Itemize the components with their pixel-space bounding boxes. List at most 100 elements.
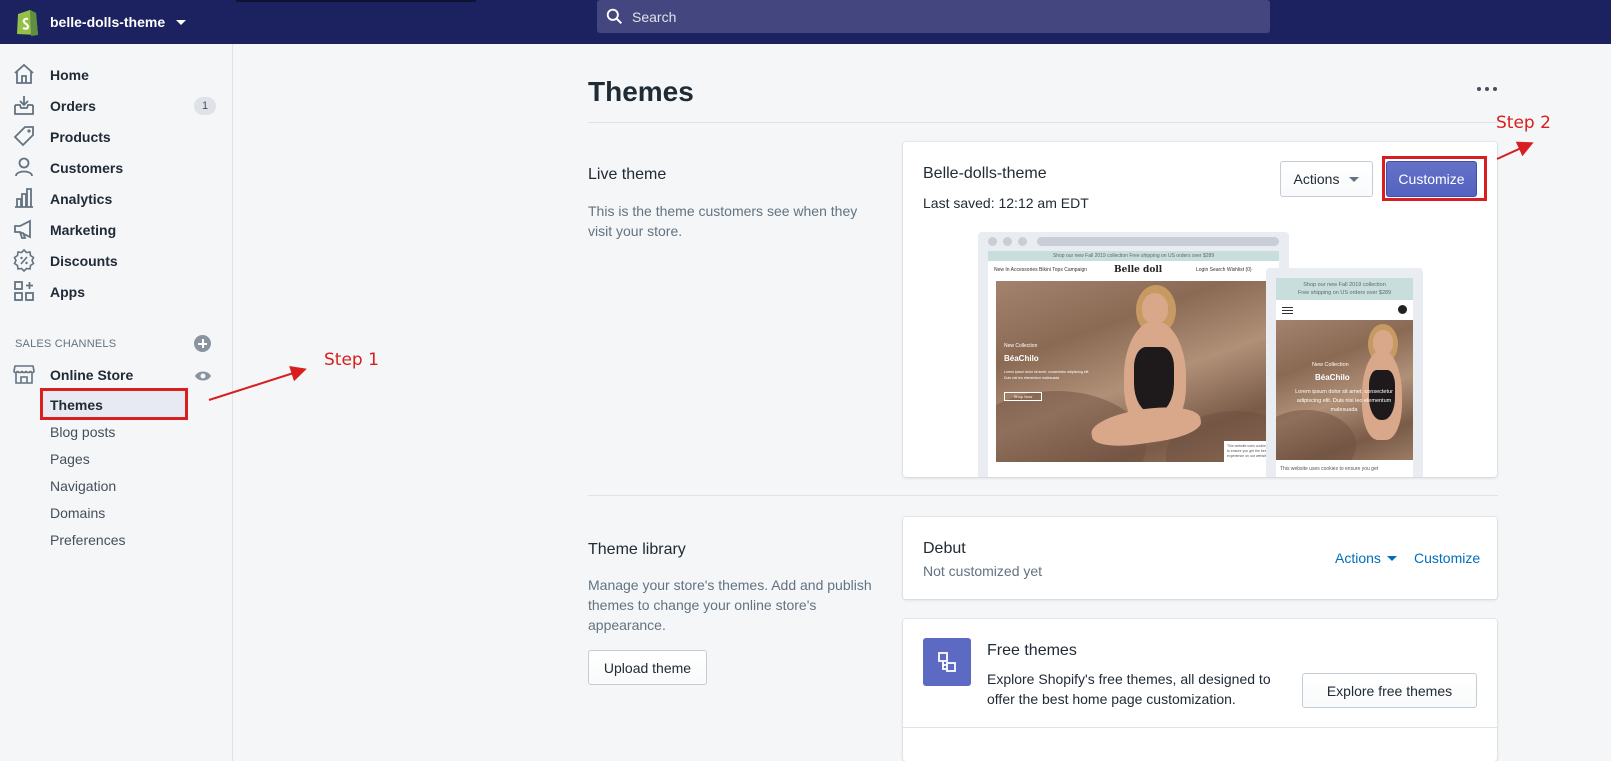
figure-head <box>1142 293 1168 323</box>
browser-dot-icon <box>1018 237 1027 246</box>
mobile-announcement-line-1: Shop our new Fall 2019 collection <box>1303 282 1386 288</box>
hero-small-text: New Collection <box>1004 343 1038 349</box>
explore-free-themes-label: Explore free themes <box>1326 682 1453 699</box>
sidebar-item-label: Marketing <box>50 221 117 238</box>
upload-theme-button[interactable]: Upload theme <box>588 650 707 685</box>
orders-count-badge: 1 <box>194 97 216 115</box>
mobile-preview-page: Shop our new Fall 2019 collection Free s… <box>1276 278 1413 477</box>
live-theme-description: This is the theme customers see when the… <box>588 203 858 239</box>
shopify-logo-icon <box>17 10 38 36</box>
debut-actions-link[interactable]: Actions <box>1335 550 1397 566</box>
hamburger-icon <box>1282 307 1293 316</box>
mobile-announcement-line-2: Free shipping on US orders over $289 <box>1297 290 1392 296</box>
upload-theme-label: Upload theme <box>603 659 692 676</box>
browser-dot-icon <box>988 237 997 246</box>
sidebar-item-label: Discounts <box>50 252 118 269</box>
live-theme-actions-button[interactable]: Actions <box>1280 161 1373 197</box>
add-sales-channel-icon[interactable] <box>194 335 211 352</box>
sidebar-item-home[interactable]: Home <box>0 59 232 90</box>
sidebar: Home Orders 1 Products Customers Analyti… <box>0 44 233 761</box>
sales-channels-title: SALES CHANNELS <box>15 338 117 350</box>
browser-url-bar <box>1037 237 1279 246</box>
top-bar: belle-dolls-theme Search <box>0 0 1611 44</box>
sidebar-item-label: Products <box>50 128 111 145</box>
actions-label: Actions <box>1293 171 1340 187</box>
mobile-hero-body-text: Lorem ipsum dolor sit amet, consectetur … <box>1295 389 1393 413</box>
sidebar-subitem-themes[interactable]: Themes <box>50 397 103 413</box>
search-input[interactable]: Search <box>597 0 1270 33</box>
sidebar-subitem-domains[interactable]: Domains <box>50 505 105 521</box>
sidebar-item-label: Orders <box>50 97 96 114</box>
hero-body-text: Lorem ipsum dolor sit amet, consectetur … <box>1004 370 1090 380</box>
free-themes-icon-box <box>923 638 971 686</box>
person-icon <box>15 157 33 177</box>
sidebar-item-label: Apps <box>50 283 85 300</box>
step-2-arrow <box>1496 141 1534 160</box>
sidebar-item-label: Analytics <box>50 190 113 207</box>
top-bar-strip <box>236 0 476 2</box>
debut-actions-label: Actions <box>1335 550 1381 566</box>
close-icon <box>1398 305 1407 314</box>
rock-shape <box>1276 410 1356 460</box>
preview-announcement: Shop our new Fall 2019 collection Free s… <box>988 251 1279 261</box>
sidebar-item-customers[interactable]: Customers <box>0 152 232 183</box>
chevron-down-icon <box>1386 555 1397 561</box>
browser-bar <box>978 232 1289 250</box>
sidebar-item-products[interactable]: Products <box>0 121 232 152</box>
chevron-down-icon <box>176 19 187 25</box>
theme-template-icon <box>938 652 956 672</box>
preview-logo: Belle doll <box>1114 265 1163 275</box>
sidebar-item-label: Online Store <box>50 366 134 383</box>
tag-icon <box>13 126 34 147</box>
search-icon <box>606 8 623 25</box>
step-1-label: Step 1 <box>324 350 379 370</box>
debut-customize-link[interactable]: Customize <box>1414 550 1480 566</box>
chevron-down-icon <box>1349 176 1360 182</box>
preview-nav-right: Login Search Wishlist (0) <box>1196 267 1252 273</box>
sidebar-subitem-navigation[interactable]: Navigation <box>50 478 116 494</box>
free-themes-divider <box>903 727 1497 728</box>
dot-icon <box>1493 87 1497 91</box>
sidebar-item-orders[interactable]: Orders 1 <box>0 90 232 121</box>
sidebar-item-marketing[interactable]: Marketing <box>0 214 232 245</box>
preview-nav: New In Accessories Bikini Tops Campaign <box>994 267 1088 273</box>
figure-swimsuit <box>1134 347 1174 413</box>
bar-chart-icon <box>15 188 33 208</box>
mobile-preview: Shop our new Fall 2019 collection Free s… <box>1266 268 1423 477</box>
theme-library-description: Manage your store's themes. Add and publ… <box>588 577 872 633</box>
sidebar-subitem-preferences[interactable]: Preferences <box>50 532 125 548</box>
sidebar-subitem-blog-posts[interactable]: Blog posts <box>50 424 115 440</box>
discount-icon <box>13 248 35 272</box>
store-switcher[interactable]: belle-dolls-theme <box>14 4 187 40</box>
apps-icon <box>14 281 34 301</box>
hero-shop-button: Shop Now <box>1004 392 1042 401</box>
home-icon <box>14 63 34 84</box>
preview-hero-image: New Collection BéaChilo Lorem ipsum dolo… <box>996 281 1266 462</box>
last-saved-text: Last saved: 12:12 am EDT <box>923 195 1089 211</box>
dot-icon <box>1485 87 1489 91</box>
sidebar-item-discounts[interactable]: Discounts <box>0 245 232 276</box>
orders-icon <box>14 96 34 115</box>
mobile-hero-big-text: BéaChilo <box>1315 373 1350 382</box>
mobile-hero-small-text: New Collection <box>1312 362 1349 368</box>
explore-free-themes-button[interactable]: Explore free themes <box>1302 673 1477 708</box>
megaphone-icon <box>14 219 31 239</box>
sidebar-item-analytics[interactable]: Analytics <box>0 183 232 214</box>
debut-status: Not customized yet <box>923 563 1043 579</box>
step-2-label: Step 2 <box>1496 113 1551 133</box>
mobile-cookie-text: This website uses cookies to ensure you … <box>1280 466 1379 472</box>
sidebar-item-label: Home <box>50 66 89 83</box>
store-icon <box>13 365 35 384</box>
mobile-announcement: Shop our new Fall 2019 collection Free s… <box>1276 278 1413 300</box>
sidebar-subitem-pages[interactable]: Pages <box>50 451 90 467</box>
free-themes-title: Free themes <box>987 642 1077 659</box>
section-divider <box>588 495 1498 496</box>
live-theme-heading: Live theme <box>588 166 667 183</box>
browser-dot-icon <box>1003 237 1012 246</box>
eye-icon[interactable] <box>194 370 212 382</box>
search-placeholder: Search <box>632 8 677 25</box>
sidebar-item-apps[interactable]: Apps <box>0 276 232 307</box>
free-themes-description: Explore Shopify's free themes, all desig… <box>987 671 1271 707</box>
sidebar-item-label: Customers <box>50 159 124 176</box>
more-actions-button[interactable] <box>1475 79 1499 99</box>
